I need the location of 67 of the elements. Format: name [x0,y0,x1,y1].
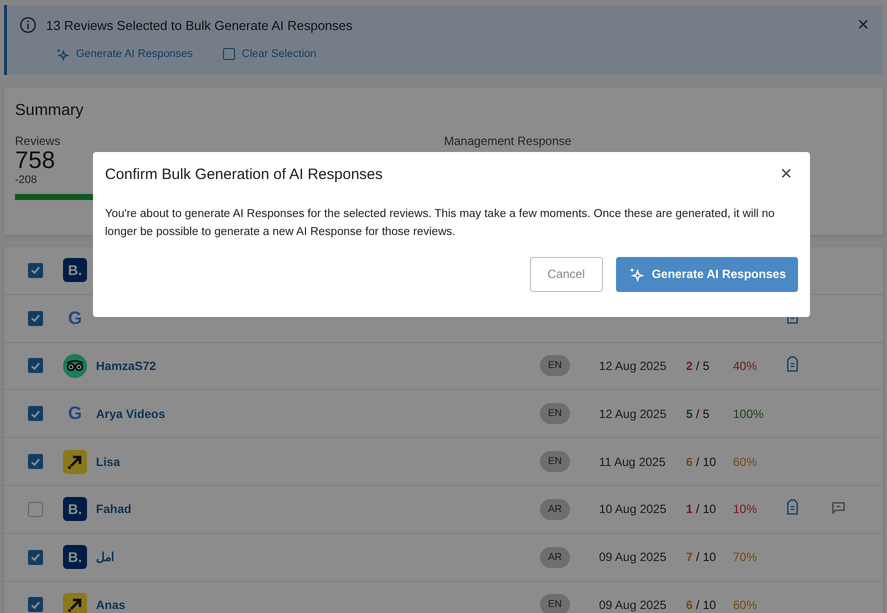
review-date: 12 Aug 2025 [599,406,666,421]
checkbox[interactable] [28,550,43,565]
checkbox[interactable] [28,358,43,374]
score: 5 / 5 [686,406,710,421]
document-icon[interactable] [786,499,799,516]
close-button[interactable]: × [857,15,869,35]
score: 6 / 10 [686,598,716,612]
score-percent: 100% [733,406,764,421]
checkbox[interactable] [28,406,43,422]
close-button[interactable]: × [780,164,792,184]
cancel-button[interactable]: Cancel [530,256,603,292]
review-date: 09 Aug 2025 [599,550,666,564]
booking-logo: B. [63,497,87,522]
banner-title: 13 Reviews Selected to Bulk Generate AI Responses [46,18,354,32]
checkbox[interactable] [28,502,43,517]
owl-logo [63,354,87,378]
sparkle-icon [628,266,644,282]
booking-logo: B. [63,545,87,570]
reviewer-name[interactable]: HamzaS72 [96,358,156,373]
checkbox[interactable] [28,310,43,326]
score-percent: 70% [733,550,758,564]
score: 7 / 10 [686,550,716,564]
reviewer-name[interactable]: Fahad [96,502,132,516]
score: 2 / 5 [686,358,710,373]
language-badge: EN [540,403,570,424]
google-logo: G [66,402,83,426]
checkbox-icon [222,48,235,60]
dialog-message: You're about to generate AI Responses for the selected reviews. This may take a few moments. Once these are generated, it will no longer be possible to generate a new AI Response for those reviews. [105,207,776,240]
score: 1 / 10 [686,502,716,516]
score-percent: 60% [733,598,758,612]
reviewer-name[interactable]: امل [96,550,114,564]
reviews-label: Reviews [15,134,60,148]
reviewer-name[interactable]: Anas [96,598,126,612]
score-percent: 60% [733,454,758,469]
arrow-logo [63,450,87,474]
language-badge: EN [540,451,570,472]
management-response-label: Management Response [444,134,572,148]
document-icon[interactable] [786,356,799,373]
language-badge: EN [540,594,570,613]
clear-selection-link[interactable]: Clear Selection [222,47,316,61]
language-badge: AR [540,546,570,568]
chat-icon[interactable] [831,501,846,514]
reviewer-name[interactable]: Lisa [96,454,120,469]
reviews-count: 758 [15,148,56,174]
review-date: 09 Aug 2025 [599,598,666,612]
checkbox[interactable] [28,597,43,612]
generate-button[interactable]: Generate AI Responses [616,256,798,292]
reviewer-name[interactable]: Arya Videos [96,406,166,421]
language-badge: EN [540,355,570,376]
generate-link[interactable]: Generate AI Responses [55,47,193,61]
checkbox[interactable] [28,262,43,278]
review-date: 10 Aug 2025 [599,502,666,516]
checkbox[interactable] [28,454,43,470]
score-percent: 40% [733,358,758,373]
sparkle-icon [55,47,69,61]
score: 6 / 10 [686,454,716,469]
google-logo: G [66,306,83,330]
summary-title: Summary [15,102,84,120]
arrow-logo [63,592,87,613]
dialog-title: Confirm Bulk Generation of AI Responses [105,166,383,182]
score-percent: 10% [733,502,758,516]
review-date: 12 Aug 2025 [599,358,666,373]
language-badge: AR [540,498,570,520]
info-icon [19,16,37,34]
booking-logo: B. [63,258,87,282]
reviews-change: -208 [15,174,38,186]
review-date: 11 Aug 2025 [599,454,666,469]
